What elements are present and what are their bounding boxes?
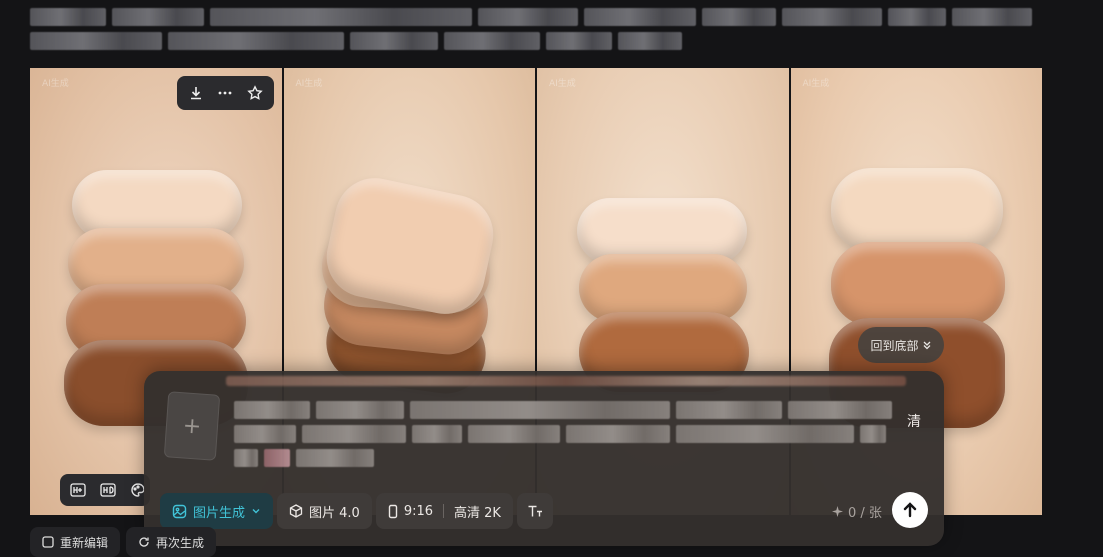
send-button[interactable] bbox=[892, 492, 928, 528]
image-toolbar bbox=[177, 76, 274, 110]
ratio-label: 9:16 bbox=[403, 503, 434, 519]
regenerate-button[interactable]: 再次生成 bbox=[126, 527, 217, 557]
ai-watermark: AI生成 bbox=[42, 79, 69, 89]
cube-icon bbox=[289, 504, 303, 518]
composer-preview-strip bbox=[226, 376, 906, 386]
regenerate-label: 再次生成 bbox=[156, 535, 205, 550]
result-actions: 重新编辑 再次生成 bbox=[30, 527, 217, 557]
prompt-trailing-text: 清 bbox=[907, 414, 921, 430]
ai-watermark: AI生成 bbox=[549, 79, 576, 89]
quality-label: 高清 2K bbox=[454, 505, 501, 521]
phone-ratio-icon bbox=[388, 504, 398, 518]
re-edit-label: 重新编辑 bbox=[60, 535, 109, 550]
credit-counter-label: 0 / 张 bbox=[848, 506, 882, 521]
mode-label: 图片生成 bbox=[193, 505, 246, 521]
ai-watermark: AI生成 bbox=[295, 79, 323, 89]
ai-watermark: AI生成 bbox=[802, 79, 830, 89]
hd-plus-icon[interactable] bbox=[68, 480, 88, 500]
composer-toolbar: 图片生成 图片 4.0 9:16 高清 2K bbox=[160, 493, 553, 529]
prompt-input[interactable] bbox=[234, 401, 910, 473]
chevron-down-icon bbox=[252, 509, 260, 514]
hd-icon[interactable] bbox=[98, 480, 118, 500]
ratio-quality-selector[interactable]: 9:16 高清 2K bbox=[375, 493, 513, 529]
sparkle-icon bbox=[832, 506, 843, 517]
text-format-button[interactable] bbox=[516, 493, 553, 529]
edit-icon bbox=[42, 536, 54, 548]
back-to-bottom-button[interactable]: 回到底部 bbox=[858, 327, 944, 363]
chevrons-down-icon bbox=[923, 341, 930, 350]
text-size-icon bbox=[528, 505, 542, 517]
image-edit-tools bbox=[60, 474, 150, 506]
arrow-up-icon bbox=[903, 502, 917, 518]
divider bbox=[443, 504, 445, 518]
model-selector[interactable]: 图片 4.0 bbox=[277, 493, 372, 529]
re-edit-button[interactable]: 重新编辑 bbox=[30, 527, 121, 557]
star-icon[interactable] bbox=[243, 81, 267, 105]
model-label: 图片 4.0 bbox=[309, 505, 360, 521]
more-icon[interactable] bbox=[213, 81, 237, 105]
image-generate-icon bbox=[172, 504, 187, 518]
download-icon[interactable] bbox=[184, 81, 208, 105]
back-to-bottom-label: 回到底部 bbox=[870, 338, 919, 353]
prompt-text-blurred bbox=[30, 8, 1040, 56]
credit-counter: 0 / 张 bbox=[832, 502, 882, 521]
mode-selector[interactable]: 图片生成 bbox=[160, 493, 274, 529]
prompt-composer: + 清 图片生成 图片 4.0 9:16 高清 2K 0 / 张 bbox=[144, 371, 944, 546]
upload-reference-button[interactable]: + bbox=[163, 391, 221, 461]
refresh-icon bbox=[139, 537, 149, 547]
plus-icon: + bbox=[181, 412, 203, 440]
